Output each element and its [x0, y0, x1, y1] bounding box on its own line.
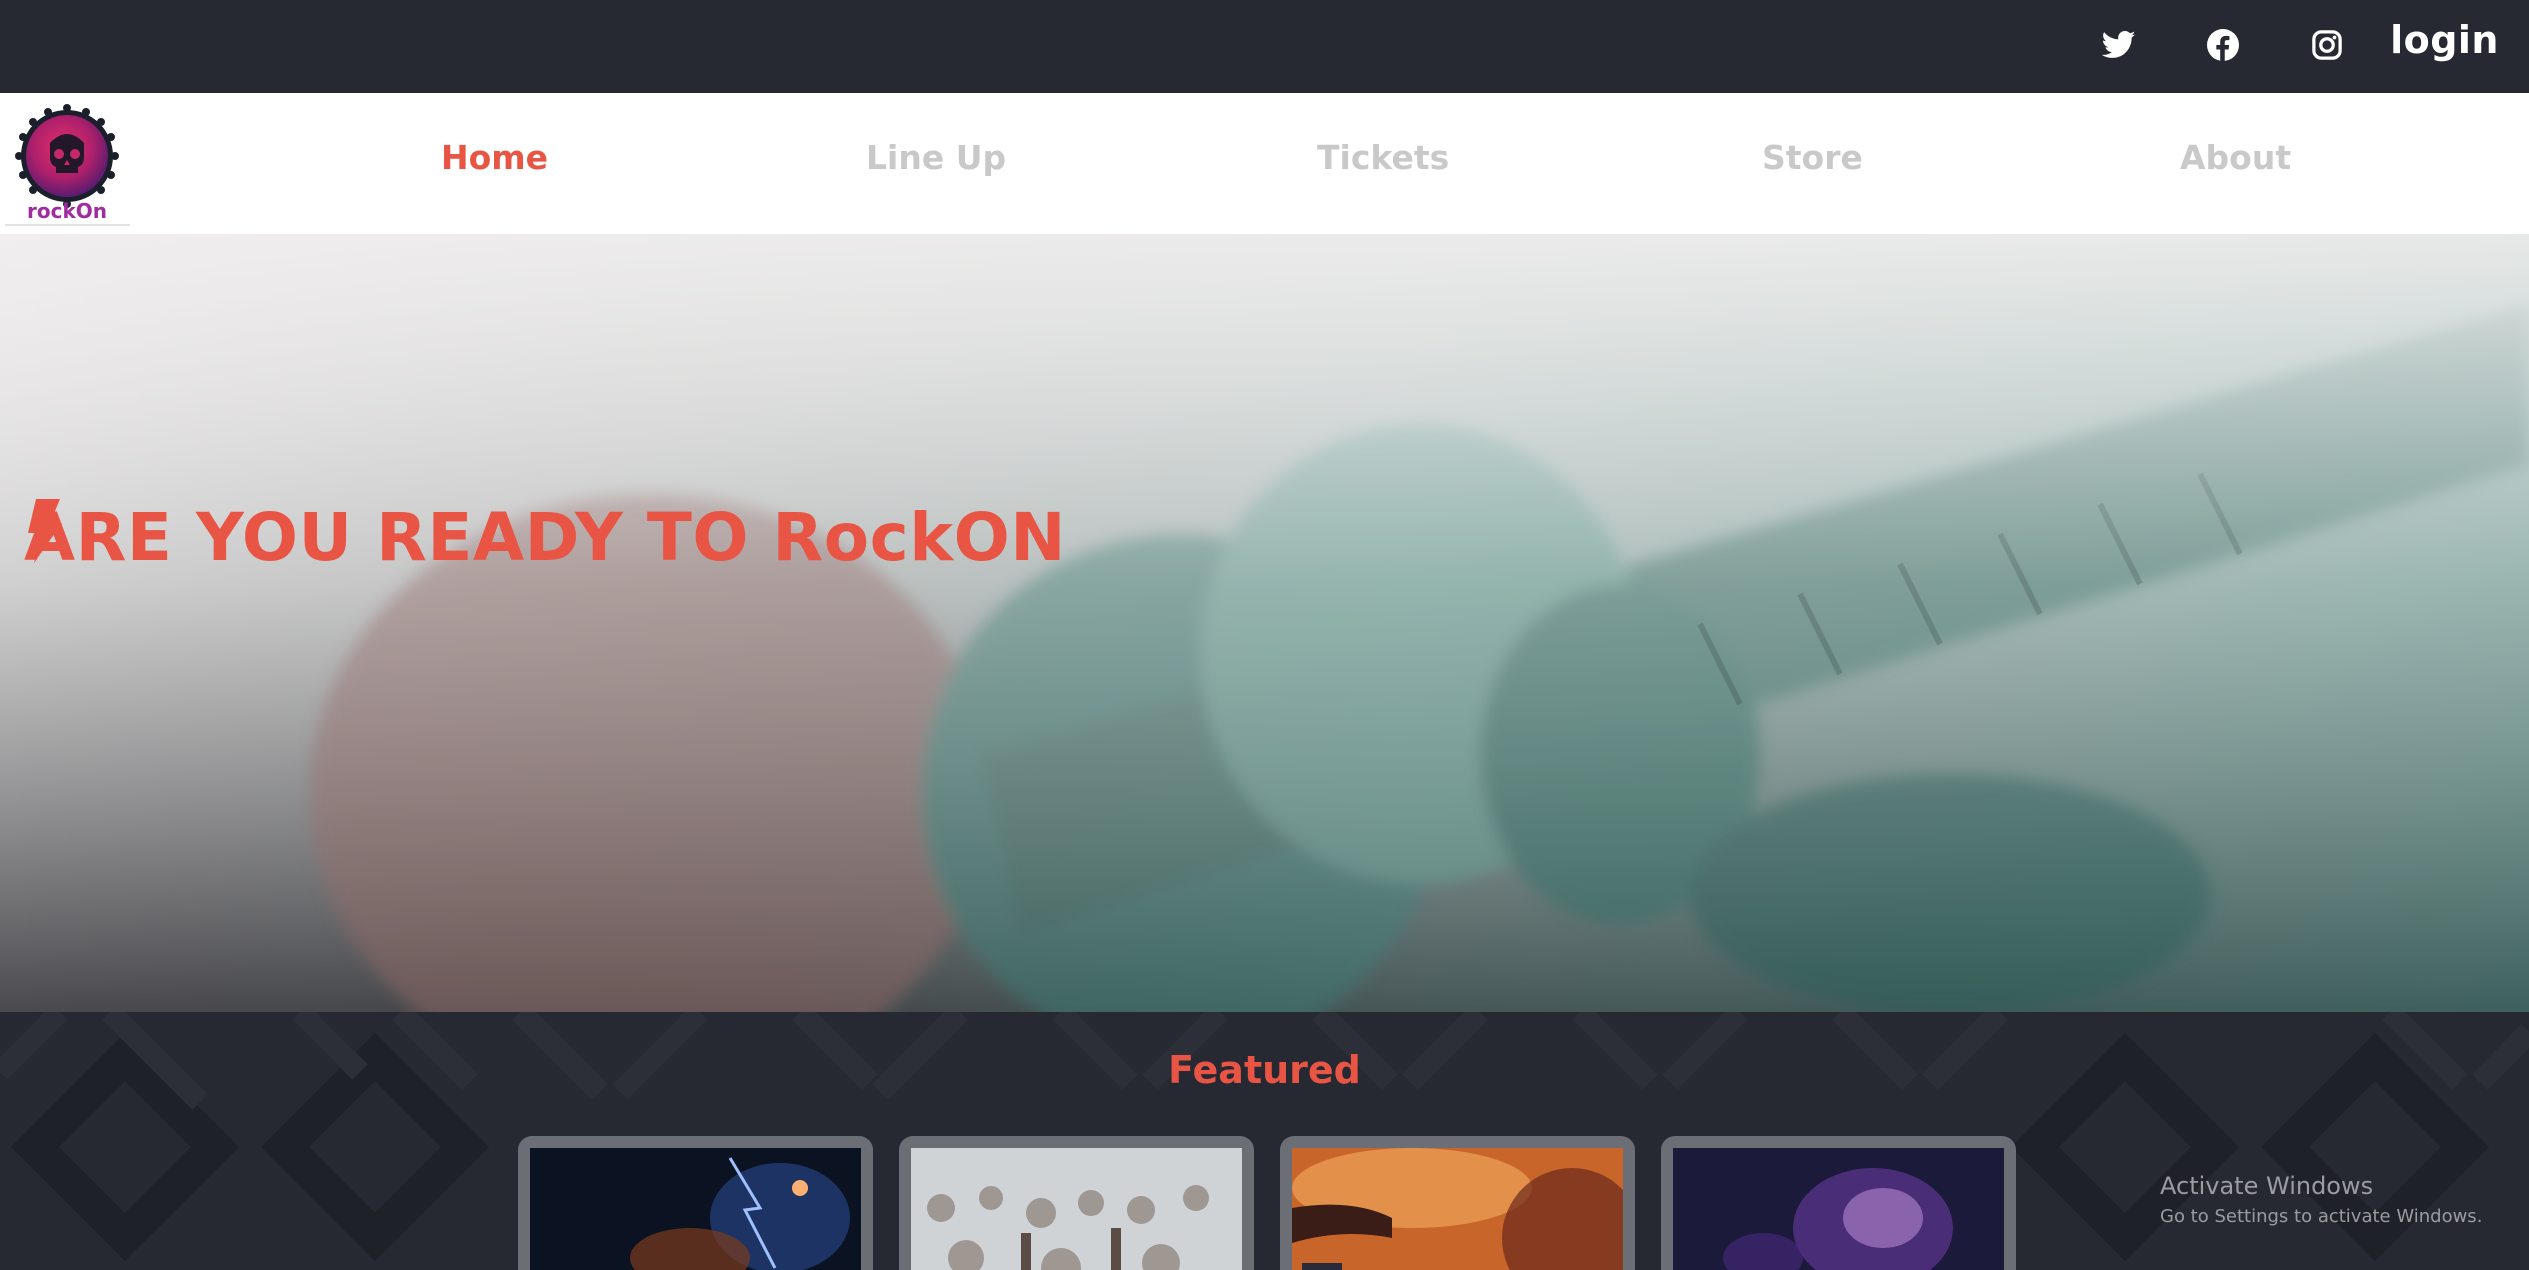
featured-card[interactable] [1661, 1136, 2016, 1270]
logo-divider [5, 224, 130, 226]
featured-image [911, 1148, 1242, 1270]
nav-store[interactable]: Store [1762, 138, 1863, 177]
watermark-line2: Go to Settings to activate Windows. [2160, 1206, 2483, 1227]
nav-line-up[interactable]: Line Up [866, 138, 1006, 177]
lightning-bolt-icon [28, 499, 62, 563]
featured-card[interactable] [518, 1136, 873, 1270]
facebook-icon[interactable] [2203, 25, 2243, 65]
instagram-icon[interactable] [2307, 25, 2347, 65]
nav-tickets[interactable]: Tickets [1317, 138, 1449, 177]
rockon-logo[interactable]: rockOn [14, 103, 132, 223]
featured-image [1292, 1148, 1623, 1270]
featured-section: Featured [0, 1012, 2529, 1270]
nav-about[interactable]: About [2180, 138, 2291, 177]
featured-card[interactable] [899, 1136, 1254, 1270]
watermark-line1: Activate Windows [2160, 1172, 2374, 1200]
hero-background-image [0, 234, 2529, 1012]
logo-text: rockOn [27, 199, 107, 221]
top-bar: login [0, 0, 2529, 93]
main-navbar: rockOn Home Line Up Tickets Store About [0, 93, 2529, 234]
windows-activation-watermark: Activate Windows Go to Settings to activ… [2160, 1172, 2482, 1227]
featured-image [530, 1148, 861, 1270]
hero-title-text: ARE YOU READY TO RockON [24, 499, 1066, 576]
hero-title: ARE YOU READY TO RockON [24, 499, 1066, 576]
nav-home[interactable]: Home [441, 138, 548, 177]
twitter-icon[interactable] [2099, 25, 2139, 65]
login-link[interactable]: login [2390, 18, 2499, 62]
hero-banner: ARE YOU READY TO RockON [0, 234, 2529, 1012]
featured-title: Featured [1168, 1048, 1361, 1092]
featured-image [1673, 1148, 2004, 1270]
featured-card[interactable] [1280, 1136, 1635, 1270]
